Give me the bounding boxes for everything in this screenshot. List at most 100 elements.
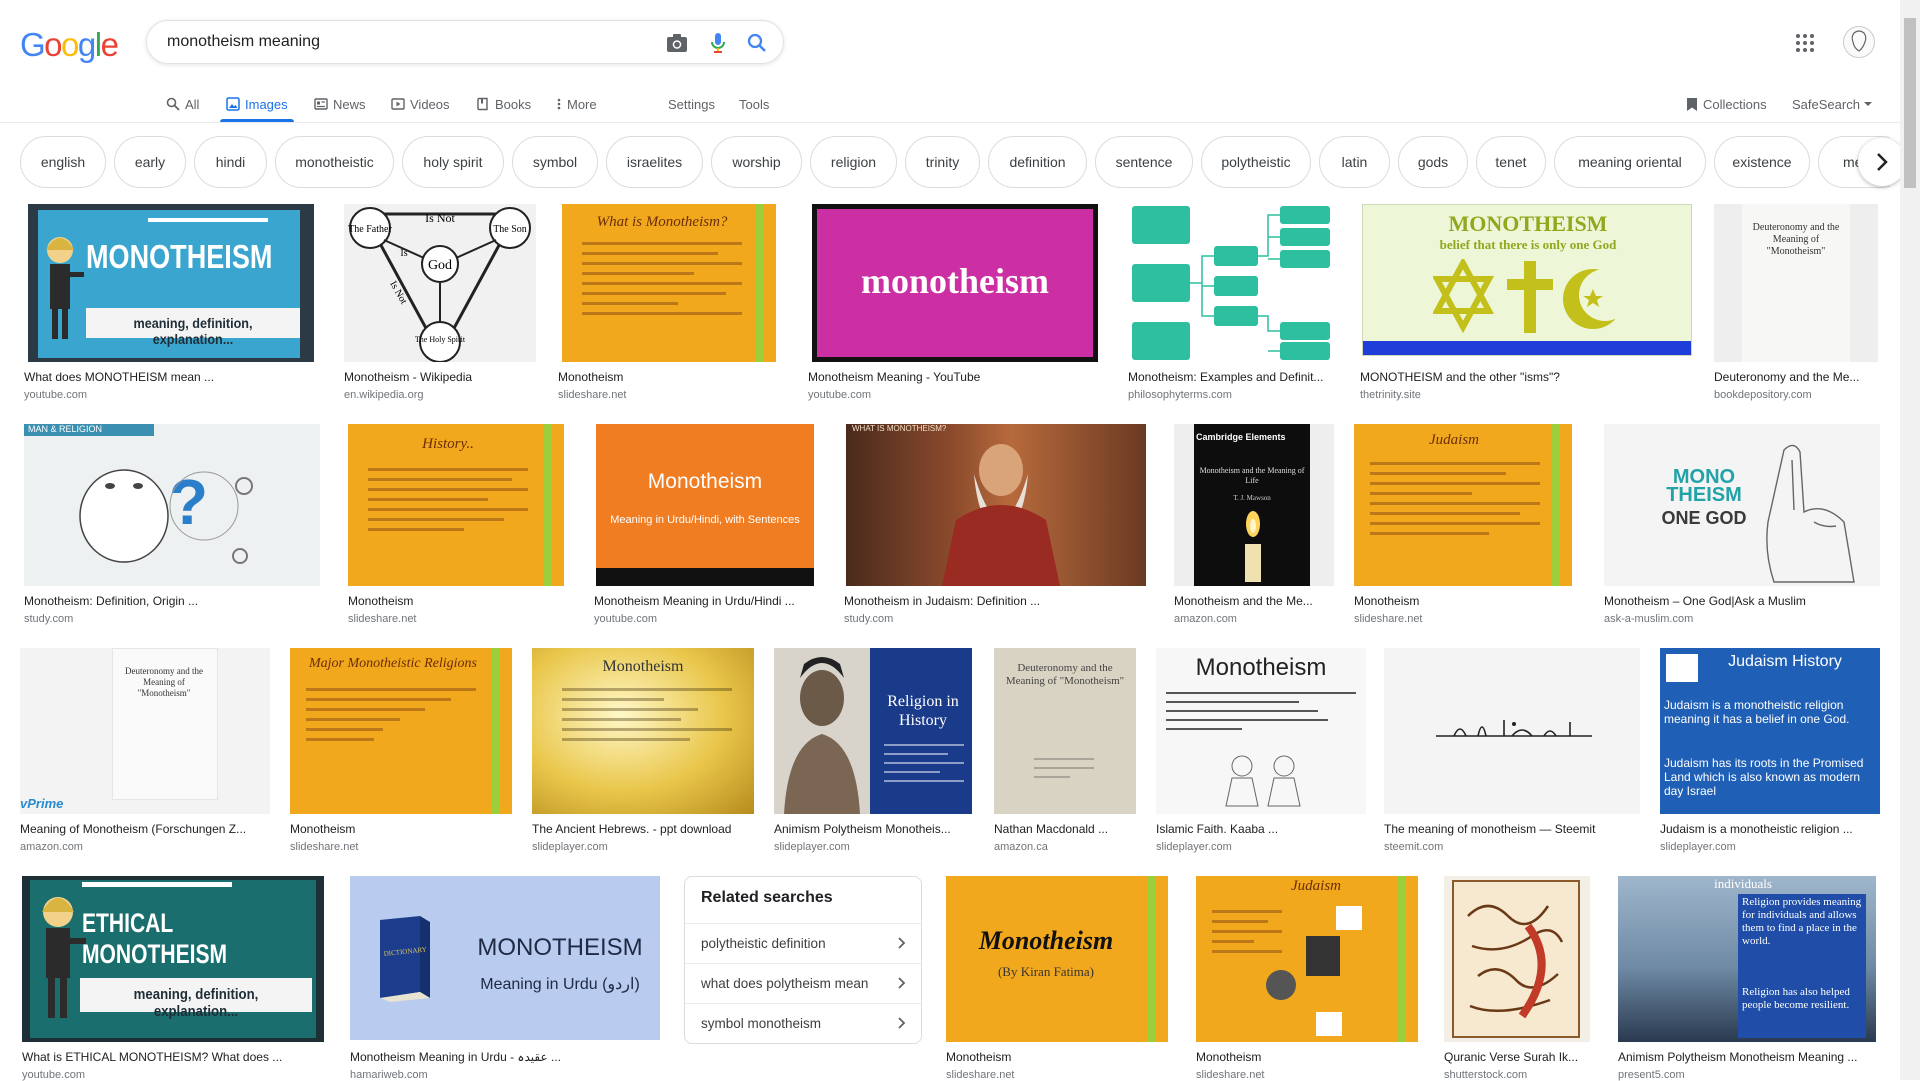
image-result[interactable]: Monotheism: Examples and Definit... phil… (1128, 204, 1338, 404)
google-logo[interactable]: Google (20, 26, 119, 64)
result-source[interactable]: slideshare.net (1196, 1069, 1418, 1081)
image-result[interactable]: Monotheism Islamic Faith. Kaaba ... slid… (1156, 648, 1366, 853)
result-source[interactable]: youtube.com (22, 1069, 324, 1081)
result-caption[interactable]: Monotheism in Judaism: Definition ... (844, 594, 1146, 608)
result-source[interactable]: amazon.com (1174, 613, 1334, 625)
chip[interactable]: polytheistic (1201, 136, 1311, 188)
result-caption[interactable]: Quranic Verse Surah Ik... (1444, 1050, 1590, 1064)
result-caption[interactable]: Monotheism (348, 594, 564, 608)
chip[interactable]: religion (810, 136, 897, 188)
result-caption[interactable]: What is ETHICAL MONOTHEISM? What does ..… (22, 1050, 324, 1064)
result-source[interactable]: slideshare.net (290, 841, 512, 853)
result-caption[interactable]: Monotheism: Definition, Origin ... (24, 594, 320, 608)
result-thumbnail[interactable]: Judaism History Judaism is a monotheisti… (1660, 648, 1880, 814)
search-box[interactable]: monotheism meaning (146, 20, 784, 64)
result-source[interactable]: en.wikipedia.org (344, 389, 536, 401)
chip[interactable]: early (114, 136, 186, 188)
chip[interactable]: holy spirit (402, 136, 504, 188)
image-result[interactable]: Cambridge Elements Monotheism and the Me… (1174, 424, 1334, 625)
search-input[interactable]: monotheism meaning (167, 33, 320, 51)
tab-more[interactable]: More (556, 86, 597, 122)
chip[interactable]: trinity (905, 136, 980, 188)
image-result[interactable]: MAN & RELIGION ? Monotheism: Definition,… (24, 424, 320, 625)
tab-news[interactable]: News (314, 86, 366, 122)
result-source[interactable]: shutterstock.com (1444, 1069, 1590, 1081)
result-caption[interactable]: Monotheism Meaning - YouTube (808, 370, 1098, 384)
user-avatar[interactable] (1843, 26, 1875, 58)
camera-icon[interactable] (665, 31, 689, 55)
result-caption[interactable]: Nathan Macdonald ... (994, 822, 1136, 836)
image-result[interactable]: Judaism History Judaism is a monotheisti… (1660, 648, 1880, 853)
result-source[interactable]: amazon.com (20, 841, 270, 853)
result-source[interactable]: slideshare.net (348, 613, 564, 625)
result-thumbnail[interactable] (1384, 648, 1640, 814)
related-search-item[interactable]: what does polytheism mean (685, 963, 921, 1003)
safesearch-dropdown[interactable]: SafeSearch (1792, 86, 1878, 122)
result-thumbnail[interactable]: Is Not The Father The Son God The Holy S… (344, 204, 536, 362)
page-scrollbar[interactable] (1900, 0, 1920, 1080)
result-thumbnail[interactable] (1128, 204, 1338, 362)
result-caption[interactable]: Monotheism (946, 1050, 1168, 1064)
result-thumbnail[interactable]: MONO THEISM ONE GOD (1604, 424, 1880, 586)
result-caption[interactable]: Monotheism - Wikipedia (344, 370, 536, 384)
result-caption[interactable]: Animism Polytheism Monotheis... (774, 822, 972, 836)
result-thumbnail[interactable]: Judaism (1196, 876, 1418, 1042)
image-result[interactable]: Religion in History Animism Polytheism M… (774, 648, 974, 853)
chip[interactable]: worship (711, 136, 802, 188)
result-source[interactable]: hamariweb.com (350, 1069, 660, 1081)
image-result[interactable]: monotheism Monotheism Meaning - YouTube … (808, 204, 1098, 404)
tab-videos[interactable]: Videos (391, 86, 450, 122)
tools-link[interactable]: Tools (739, 86, 769, 122)
image-result[interactable]: ETHICAL MONOTHEISM meaning, definition, … (22, 876, 324, 1081)
chips-next-button[interactable] (1858, 138, 1906, 186)
result-source[interactable]: present5.com (1618, 1069, 1876, 1081)
result-thumbnail[interactable]: Monotheism (By Kiran Fatima) (946, 876, 1168, 1042)
result-source[interactable]: ask-a-muslim.com (1604, 613, 1880, 625)
chip[interactable]: tenet (1476, 136, 1546, 188)
image-result[interactable]: Deuteronomy and the Meaning of "Monothei… (994, 648, 1136, 853)
result-caption[interactable]: Meaning of Monotheism (Forschungen Z... (20, 822, 270, 836)
image-result[interactable]: WHAT IS MONOTHEISM? Monotheism in Judais… (844, 424, 1146, 625)
image-result[interactable]: Is Not The Father The Son God The Holy S… (344, 204, 536, 404)
result-caption[interactable]: The Ancient Hebrews. - ppt download (532, 822, 754, 836)
result-thumbnail[interactable]: Monotheism Meaning in Urdu/Hindi, with S… (596, 424, 814, 586)
result-caption[interactable]: Monotheism (290, 822, 512, 836)
result-source[interactable]: slideplayer.com (1156, 841, 1366, 853)
result-thumbnail[interactable]: monotheism (812, 204, 1098, 362)
image-result[interactable]: Judaism Monotheism slideshare.net (1196, 876, 1418, 1081)
image-result[interactable]: Major Monotheistic Religions Monotheism … (290, 648, 512, 853)
result-caption[interactable]: Monotheism – One God|Ask a Muslim (1604, 594, 1880, 608)
result-source[interactable]: slideshare.net (1354, 613, 1572, 625)
result-source[interactable]: slideplayer.com (532, 841, 754, 853)
related-search-item[interactable]: symbol monotheism (685, 1003, 921, 1043)
image-result[interactable]: The meaning of monotheism — Steemit stee… (1384, 648, 1640, 853)
tab-images[interactable]: Images (220, 86, 294, 122)
chip[interactable]: english (20, 136, 106, 188)
image-result[interactable]: Monotheism Meaning in Urdu/Hindi, with S… (594, 424, 814, 625)
result-source[interactable]: bookdepository.com (1714, 389, 1878, 401)
result-caption[interactable]: Monotheism: Examples and Definit... (1128, 370, 1338, 384)
chip[interactable]: meaning oriental (1554, 136, 1706, 188)
result-source[interactable]: steemit.com (1384, 841, 1640, 853)
image-result[interactable]: individuals Religion provides meaning fo… (1618, 876, 1880, 1081)
result-caption[interactable]: Monotheism (1354, 594, 1572, 608)
chip[interactable]: symbol (512, 136, 598, 188)
image-result[interactable]: MONOTHEISM meaning, definition, explanat… (24, 204, 314, 404)
image-result[interactable]: History.. Monotheism slideshare.net (348, 424, 564, 625)
apps-grid-icon[interactable] (1795, 33, 1815, 53)
result-caption[interactable]: Judaism is a monotheistic religion ... (1660, 822, 1880, 836)
settings-link[interactable]: Settings (668, 86, 715, 122)
scrollbar-thumb[interactable] (1904, 18, 1916, 188)
result-caption[interactable]: Monotheism and the Me... (1174, 594, 1334, 608)
chip[interactable]: existence (1714, 136, 1810, 188)
result-thumbnail[interactable]: WHAT IS MONOTHEISM? (846, 424, 1146, 586)
result-source[interactable]: philosophyterms.com (1128, 389, 1338, 401)
result-thumbnail[interactable]: individuals Religion provides meaning fo… (1618, 876, 1876, 1042)
result-thumbnail[interactable]: Deuteronomy and the Meaning of "Monothei… (994, 648, 1136, 814)
result-source[interactable]: slideshare.net (946, 1069, 1168, 1081)
image-result[interactable]: MONO THEISM ONE GOD Monotheism – One God… (1604, 424, 1880, 625)
result-caption[interactable]: Monotheism (558, 370, 776, 384)
result-source[interactable]: slideshare.net (558, 389, 776, 401)
result-source[interactable]: study.com (24, 613, 320, 625)
result-caption[interactable]: Monotheism Meaning in Urdu - عقیدہ ... (350, 1050, 660, 1064)
